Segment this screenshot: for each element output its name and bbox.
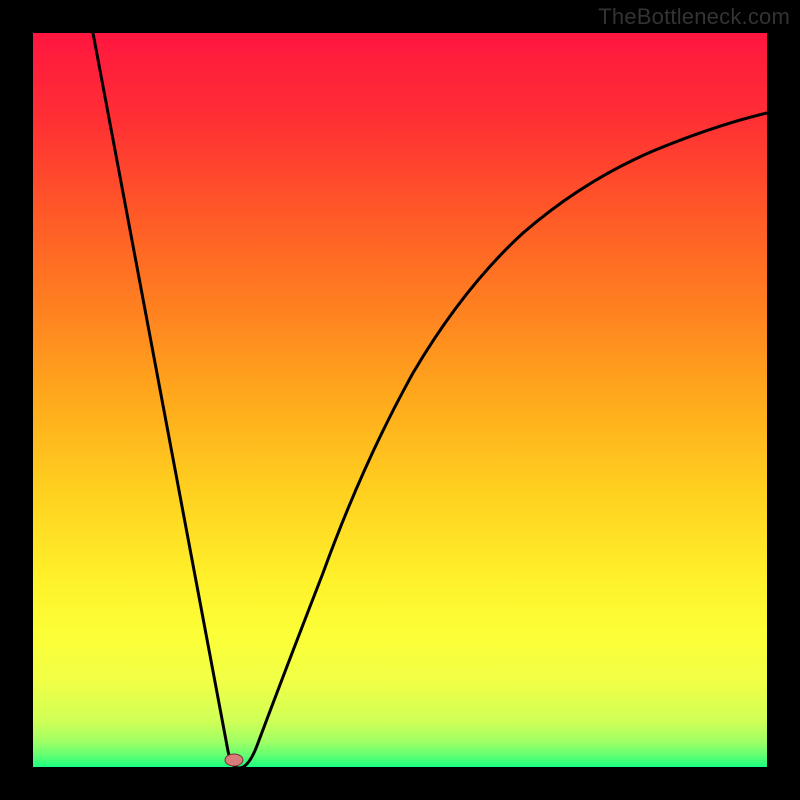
chart-frame: TheBottleneck.com — [0, 0, 800, 800]
optimum-marker — [225, 754, 243, 766]
plot-area — [33, 33, 767, 767]
attribution-watermark: TheBottleneck.com — [598, 4, 790, 30]
chart-svg — [33, 33, 767, 767]
